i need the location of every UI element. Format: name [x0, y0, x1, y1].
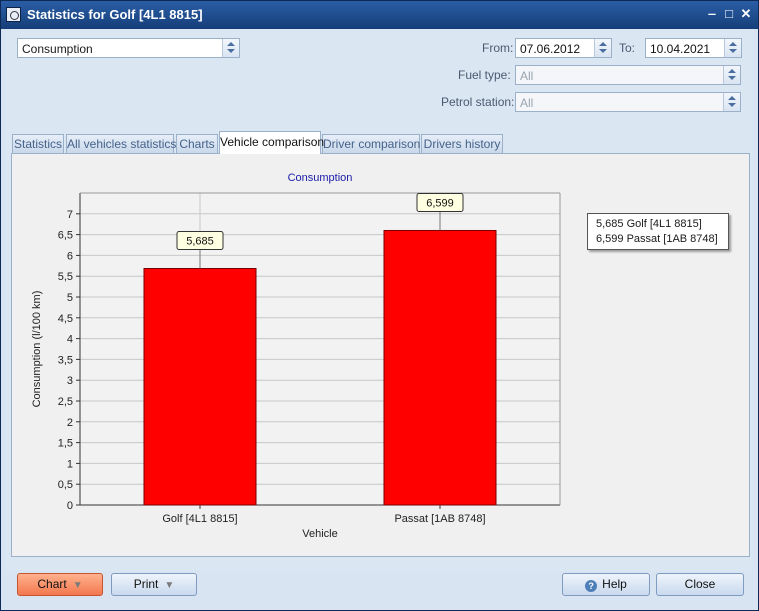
maximize-icon[interactable]: □	[721, 6, 737, 22]
petrol-station-select[interactable]: All	[515, 92, 741, 112]
statistic-type-value: Consumption	[22, 42, 93, 56]
to-date-spinner-icon[interactable]	[724, 39, 741, 57]
from-label: From:	[482, 41, 514, 55]
data-label: 5,685	[186, 236, 214, 248]
y-tick-label: 4,5	[58, 313, 73, 325]
to-date-value: 10.04.2021	[650, 42, 711, 56]
y-tick-label: 3	[67, 375, 73, 387]
y-tick-label: 6	[67, 250, 73, 262]
help-icon: ?	[585, 580, 598, 592]
y-axis-label: Consumption (l/100 km)	[31, 291, 43, 408]
y-tick-label: 5	[67, 292, 73, 304]
x-tick-label: Golf [4L1 8815]	[162, 513, 237, 525]
help-button-label: Help	[602, 577, 627, 591]
client-area: Consumption From: 07.06.2012 To: 10.04.2…	[6, 29, 753, 596]
data-label: 6,599	[426, 197, 454, 209]
minimize-icon[interactable]: ‒	[704, 6, 720, 22]
y-tick-label: 1,5	[58, 438, 73, 450]
y-tick-label: 4	[67, 334, 73, 346]
statistic-type-dropdown-icon[interactable]	[222, 39, 239, 57]
title-bar[interactable]: Statistics for Golf [4L1 8815] ‒ □ ✕	[1, 1, 758, 29]
y-tick-label: 1	[67, 458, 73, 470]
close-icon[interactable]: ✕	[738, 6, 754, 22]
from-date-value: 07.06.2012	[520, 42, 581, 56]
chart-title: Consumption	[288, 172, 353, 184]
tab-all-vehicles-statistics[interactable]: All vehicles statistics	[66, 134, 176, 153]
y-tick-label: 0,5	[58, 479, 73, 491]
fuel-type-value: All	[520, 69, 534, 83]
tab-vehicle-comparison[interactable]: Vehicle comparison	[219, 131, 324, 154]
from-date-spinner-icon[interactable]	[594, 39, 611, 57]
fuel-type-select[interactable]: All	[515, 65, 741, 85]
statistic-type-select[interactable]: Consumption	[17, 38, 240, 58]
print-button[interactable]: Print ▼	[111, 573, 197, 596]
window-title: Statistics for Golf [4L1 8815]	[27, 7, 203, 22]
x-tick-label: Passat [1AB 8748]	[394, 513, 485, 525]
tab-charts[interactable]: Charts	[176, 134, 218, 153]
to-date-field[interactable]: 10.04.2021	[645, 38, 742, 58]
statistics-window: Statistics for Golf [4L1 8815] ‒ □ ✕ Con…	[0, 0, 759, 611]
chevron-down-icon: ▼	[72, 580, 83, 591]
chevron-down-icon: ▼	[164, 580, 175, 591]
print-button-label: Print	[133, 577, 159, 591]
y-tick-label: 2,5	[58, 396, 73, 408]
petrol-station-value: All	[520, 96, 534, 110]
y-tick-label: 5,5	[58, 271, 73, 283]
tab-statistics[interactable]: Statistics	[12, 134, 64, 153]
chart-button[interactable]: Chart ▼	[17, 573, 103, 596]
vehicle-comparison-panel: 0 0,5 1 1,5 2 2,5 3 3,5 4 4,5 5 5,5 6 6,5 7 Golf [4L1 8…	[11, 153, 750, 557]
fuel-type-dropdown-icon[interactable]	[723, 66, 740, 84]
legend-item: 5,685 Golf [4L1 8815]	[596, 218, 702, 230]
chart-area: 0 0,5 1 1,5 2 2,5 3 3,5 4 4,5 5 5,5 6 6,5 7 Golf [4L1 8…	[14, 156, 747, 554]
help-button[interactable]: ? Help	[562, 573, 650, 596]
y-tick-label: 7	[67, 209, 73, 221]
petrol-station-label: Petrol station:	[441, 95, 515, 109]
y-tick-label: 6,5	[58, 230, 73, 242]
close-button-label: Close	[684, 577, 716, 591]
chart-legend: 5,685 Golf [4L1 8815] 6,599 Passat [1AB …	[587, 213, 729, 250]
to-label: To:	[619, 41, 636, 55]
legend-item: 6,599 Passat [1AB 8748]	[596, 233, 718, 245]
x-axis-label: Vehicle	[302, 528, 337, 540]
chart-button-label: Chart	[37, 577, 67, 591]
fuel-type-label: Fuel type:	[458, 68, 511, 82]
y-tick-label: 3,5	[58, 354, 73, 366]
petrol-station-dropdown-icon[interactable]	[723, 93, 740, 111]
bar-2	[383, 229, 497, 506]
tab-drivers-history[interactable]: Drivers history	[421, 134, 503, 153]
y-tick-label: 2	[67, 417, 73, 429]
bar-1	[143, 268, 257, 506]
tab-driver-comparison[interactable]: Driver comparison	[322, 134, 420, 153]
from-date-field[interactable]: 07.06.2012	[515, 38, 612, 58]
app-icon	[6, 7, 21, 22]
y-tick-label: 0	[67, 500, 73, 512]
close-button[interactable]: Close	[656, 573, 744, 596]
